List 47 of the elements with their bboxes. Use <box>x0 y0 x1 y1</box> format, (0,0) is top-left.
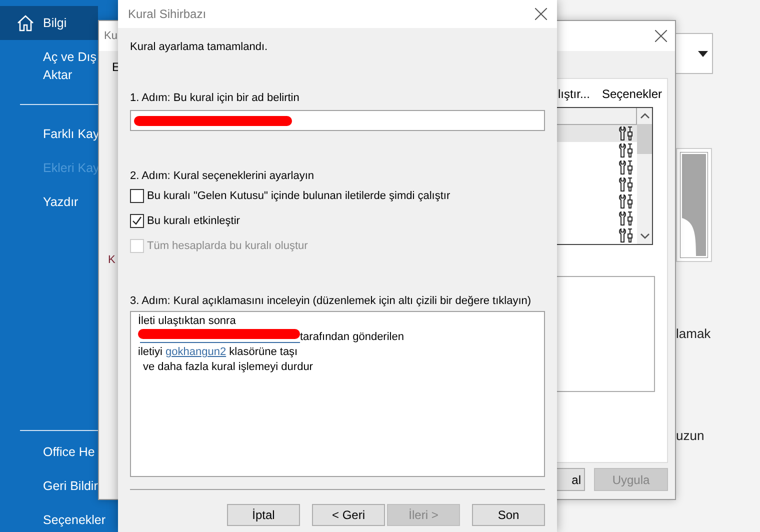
nav-item[interactable]: Bilgi <box>0 6 98 40</box>
rule-name-field[interactable] <box>130 110 545 131</box>
close-icon[interactable] <box>655 30 667 42</box>
wrench-icon <box>618 143 634 158</box>
description-text: lamak <box>676 326 712 342</box>
caret-icon <box>698 50 708 56</box>
folder-link[interactable]: gokhangun2 <box>166 346 226 358</box>
wizard-button[interactable]: İptal <box>227 504 300 526</box>
checkbox[interactable] <box>130 189 144 203</box>
wrench-icon <box>618 177 634 192</box>
nav-item[interactable]: Aç ve Dış Aktar <box>0 40 98 92</box>
wrench-icon <box>618 160 634 175</box>
close-icon[interactable] <box>535 8 547 20</box>
home-icon <box>16 14 35 32</box>
step-label: 3. Adım: Kural açıklamasını inceleyin (düzenlemek için altı çizili bir değere tıklayın) <box>130 294 532 308</box>
description-text: uzun <box>676 428 706 444</box>
rule-description-line: ve daha fazla kural işlemeyi durdur <box>142 360 314 375</box>
status-message: Kural ayarlama tamamlandı. <box>130 40 269 54</box>
window-title: Ku <box>104 30 118 42</box>
window-title: Kural Sihirbazı <box>128 7 206 21</box>
checkbox-label[interactable]: Bu kuralı etkinleştir <box>147 215 240 227</box>
toolbar-link[interactable]: lıştır... <box>558 87 590 101</box>
checkbox-label[interactable]: Bu kuralı "Gelen Kutusu" içinde bulunan iletilerde şimdi çalıştır <box>147 190 450 202</box>
wrench-icon <box>618 228 634 243</box>
rule-row[interactable] <box>557 125 637 142</box>
nav-item[interactable]: Seçenekler <box>0 503 118 532</box>
scroll-thumb[interactable] <box>637 124 652 154</box>
check-icon <box>132 216 142 226</box>
nav-item[interactable]: Office He <box>0 435 98 469</box>
nav-item[interactable]: Geri Bildir <box>0 469 98 503</box>
rule-description-line: tarafından gönderilen <box>138 329 537 345</box>
scrollbar[interactable] <box>637 108 652 244</box>
dialog-button[interactable]: al <box>555 468 585 491</box>
step-label: 1. Adım: Bu kural için bir ad belirtin <box>130 91 300 105</box>
wrench-icon <box>618 211 634 226</box>
rule-description-line: iletiyi gokhangun2 klasörüne taşı <box>138 345 299 360</box>
nav-item[interactable]: Farklı Kay <box>0 117 98 151</box>
wizard-button[interactable]: < Geri <box>312 504 385 526</box>
nav-item[interactable]: Yazdır <box>0 185 98 219</box>
checkbox[interactable] <box>130 214 144 228</box>
rule-description-line: İleti ulaştıktan sonra <box>138 314 237 329</box>
toolbar-link[interactable]: Seçenekler <box>602 87 662 101</box>
step-label: 2. Adım: Kural seçeneklerini ayarlayın <box>130 169 316 183</box>
wrench-icon <box>618 126 634 141</box>
wizard-button[interactable]: Son <box>472 504 545 526</box>
wrench-icon <box>618 194 634 209</box>
section-label: K <box>108 253 116 267</box>
